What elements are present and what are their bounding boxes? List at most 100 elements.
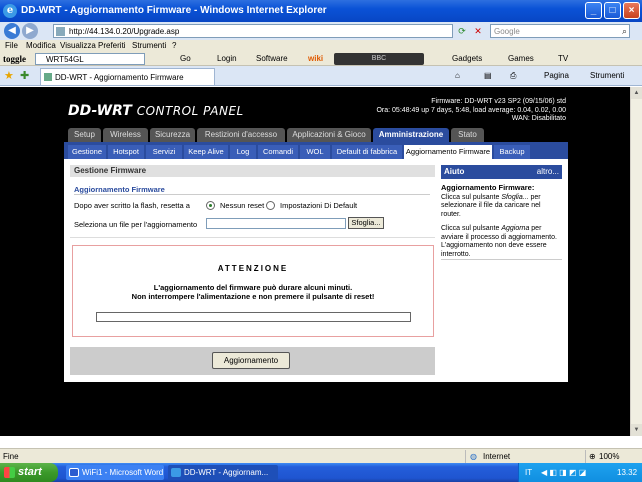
browse-button[interactable]: Sfoglia...: [348, 217, 384, 229]
section-title: Gestione Firmware: [70, 165, 435, 177]
tab-applicazioni[interactable]: Applicazioni & Gioco: [287, 128, 371, 142]
menu-modifica[interactable]: Modifica: [26, 41, 56, 50]
radio-no-reset[interactable]: [206, 201, 215, 210]
login-button[interactable]: Login: [217, 54, 237, 63]
warning-title: ATTENZIONE: [217, 264, 289, 273]
strumenti-menu[interactable]: Strumenti: [590, 71, 624, 80]
file-label: Seleziona un file per l'aggiornamento: [74, 220, 198, 229]
search-input[interactable]: Google ⌕: [490, 24, 630, 38]
system-tray: IT ◀ ◧ ◨ ◩ ◪ 13.32: [518, 463, 642, 482]
wiki-button[interactable]: wiki: [308, 54, 323, 63]
address-row: ◀ ▶ http://44.134.0.20/Upgrade.asp ⟳ ✕ G…: [0, 22, 642, 40]
vertical-scrollbar[interactable]: ▲ ▼: [630, 87, 642, 436]
update-button[interactable]: Aggiornamento: [212, 352, 290, 369]
refresh-icon[interactable]: ⟳: [456, 25, 468, 37]
help-title: Aiuto: [444, 167, 465, 176]
subtab-hotspot[interactable]: Hotspot: [108, 145, 144, 159]
tab-row: ★ ✚ DD-WRT - Aggiornamento Firmware ⌂ ▤ …: [0, 66, 642, 86]
fw-line1: Firmware: DD-WRT v23 SP2 (09/15/06) std: [431, 98, 566, 105]
zoom-icon[interactable]: ⊕: [589, 452, 596, 461]
reset-label: Dopo aver scritto la flash, resetta a: [74, 201, 190, 210]
help-divider: [441, 259, 562, 260]
scroll-up-icon[interactable]: ▲: [631, 87, 642, 99]
maximize-button[interactable]: □: [604, 2, 621, 19]
file-input[interactable]: [206, 218, 346, 229]
toolbar-brand: toggle: [3, 54, 26, 64]
close-button[interactable]: ×: [623, 2, 640, 19]
start-button[interactable]: start: [0, 463, 58, 482]
tab-setup[interactable]: Setup: [68, 128, 101, 142]
tab-restizioni[interactable]: Restizioni d'accesso: [197, 128, 285, 142]
subtab-default[interactable]: Default di fabbrica: [332, 145, 402, 159]
scroll-down-icon[interactable]: ▼: [631, 424, 642, 436]
tab-wireless[interactable]: Wireless: [103, 128, 148, 142]
tv-button[interactable]: TV: [558, 54, 568, 63]
forward-icon[interactable]: ▶: [22, 23, 38, 39]
radio-no-reset-label: Nessun reset: [220, 201, 265, 210]
tab-amministrazione[interactable]: Amministrazione: [373, 128, 449, 142]
print-icon[interactable]: ⎙: [510, 71, 516, 81]
help-p2-em: Aggiorna: [501, 225, 530, 232]
help-p1-em: Sfoglia...: [501, 193, 529, 201]
subtab-aggiornamento[interactable]: Aggiornamento Firmware: [404, 145, 492, 159]
toolbar-search-input[interactable]: WRT54GL: [35, 53, 145, 65]
zone-text: Internet: [483, 452, 511, 461]
subtab-keepalive[interactable]: Keep Alive: [184, 145, 228, 159]
logo-main: DD-WRT: [68, 103, 132, 119]
stop-icon[interactable]: ✕: [472, 25, 484, 37]
help-more-link[interactable]: altro...: [537, 165, 559, 179]
menu-help[interactable]: ?: [172, 41, 176, 50]
main-tabs: Setup Wireless Sicurezza Restizioni d'ac…: [64, 126, 568, 142]
subtab-log[interactable]: Log: [230, 145, 256, 159]
tray-icons[interactable]: ◀ ◧ ◨ ◩ ◪: [541, 468, 586, 477]
help-para2: Clicca sul pulsante Aggiorna per avviare…: [441, 225, 562, 259]
ddwrt-logo: DD-WRT CONTROL PANEL: [68, 103, 244, 119]
search-icon[interactable]: ⌕: [622, 26, 627, 37]
subtab-comandi[interactable]: Comandi: [258, 145, 298, 159]
subtab-servizi[interactable]: Servizi: [146, 145, 182, 159]
firmware-fieldset: Aggiornamento Firmware Dopo aver scritto…: [70, 182, 435, 238]
subtab-wol[interactable]: WOL: [300, 145, 330, 159]
logo-sub: CONTROL PANEL: [136, 104, 244, 118]
tab-stato[interactable]: Stato: [451, 128, 484, 142]
menu-preferiti[interactable]: Preferiti: [98, 41, 126, 50]
ddwrt-page: DD-WRT CONTROL PANEL Firmware: DD-WRT v2…: [64, 97, 568, 382]
windows-flag-icon: [4, 467, 15, 478]
clock: 13.32: [617, 468, 638, 477]
help-body: Aggiornamento Firmware: Clicca sul pulsa…: [441, 181, 562, 259]
status-separator-2: [585, 450, 586, 463]
menu-file[interactable]: File: [5, 41, 18, 50]
menu-bar: File Modifica Visualizza Preferiti Strum…: [0, 40, 642, 52]
games-button[interactable]: Games: [508, 54, 534, 63]
radio-default[interactable]: [266, 201, 275, 210]
back-icon[interactable]: ◀: [4, 23, 20, 39]
warning-line1: L'aggiornamento del firmware può durare …: [153, 283, 353, 292]
tab-sicurezza[interactable]: Sicurezza: [150, 128, 195, 142]
upgrade-progress-bar: [96, 312, 411, 322]
feeds-icon[interactable]: ▤: [484, 71, 492, 80]
language-indicator[interactable]: IT: [525, 468, 532, 477]
add-favorite-icon[interactable]: ✚: [20, 69, 29, 82]
go-button[interactable]: Go: [180, 54, 191, 63]
subtab-gestione[interactable]: Gestione: [68, 145, 106, 159]
task-ie[interactable]: DD-WRT - Aggiornam...: [168, 465, 278, 480]
gadgets-button[interactable]: Gadgets: [452, 54, 482, 63]
zoom-level[interactable]: 100%: [599, 452, 619, 461]
taskbar: start WiFi1 - Microsoft Word DD-WRT - Ag…: [0, 463, 642, 482]
button-bar: Aggiornamento: [70, 347, 435, 375]
pagina-menu[interactable]: Pagina: [544, 71, 569, 80]
ddwrt-header: DD-WRT CONTROL PANEL Firmware: DD-WRT v2…: [64, 97, 568, 126]
task-word[interactable]: WiFi1 - Microsoft Word: [66, 465, 164, 480]
address-bar[interactable]: http://44.134.0.20/Upgrade.asp: [53, 24, 453, 38]
subtab-backup[interactable]: Backup: [494, 145, 530, 159]
menu-strumenti[interactable]: Strumenti: [132, 41, 166, 50]
favorites-star-icon[interactable]: ★: [4, 69, 14, 82]
menu-visualizza[interactable]: Visualizza: [60, 41, 96, 50]
media-player[interactable]: BBC: [334, 53, 424, 65]
minimize-button[interactable]: _: [585, 2, 602, 19]
home-icon[interactable]: ⌂: [455, 71, 460, 80]
tab-ddwrt[interactable]: DD-WRT - Aggiornamento Firmware: [40, 68, 215, 85]
word-icon: [69, 468, 79, 477]
software-button[interactable]: Software: [256, 54, 288, 63]
page-icon: [56, 27, 65, 36]
